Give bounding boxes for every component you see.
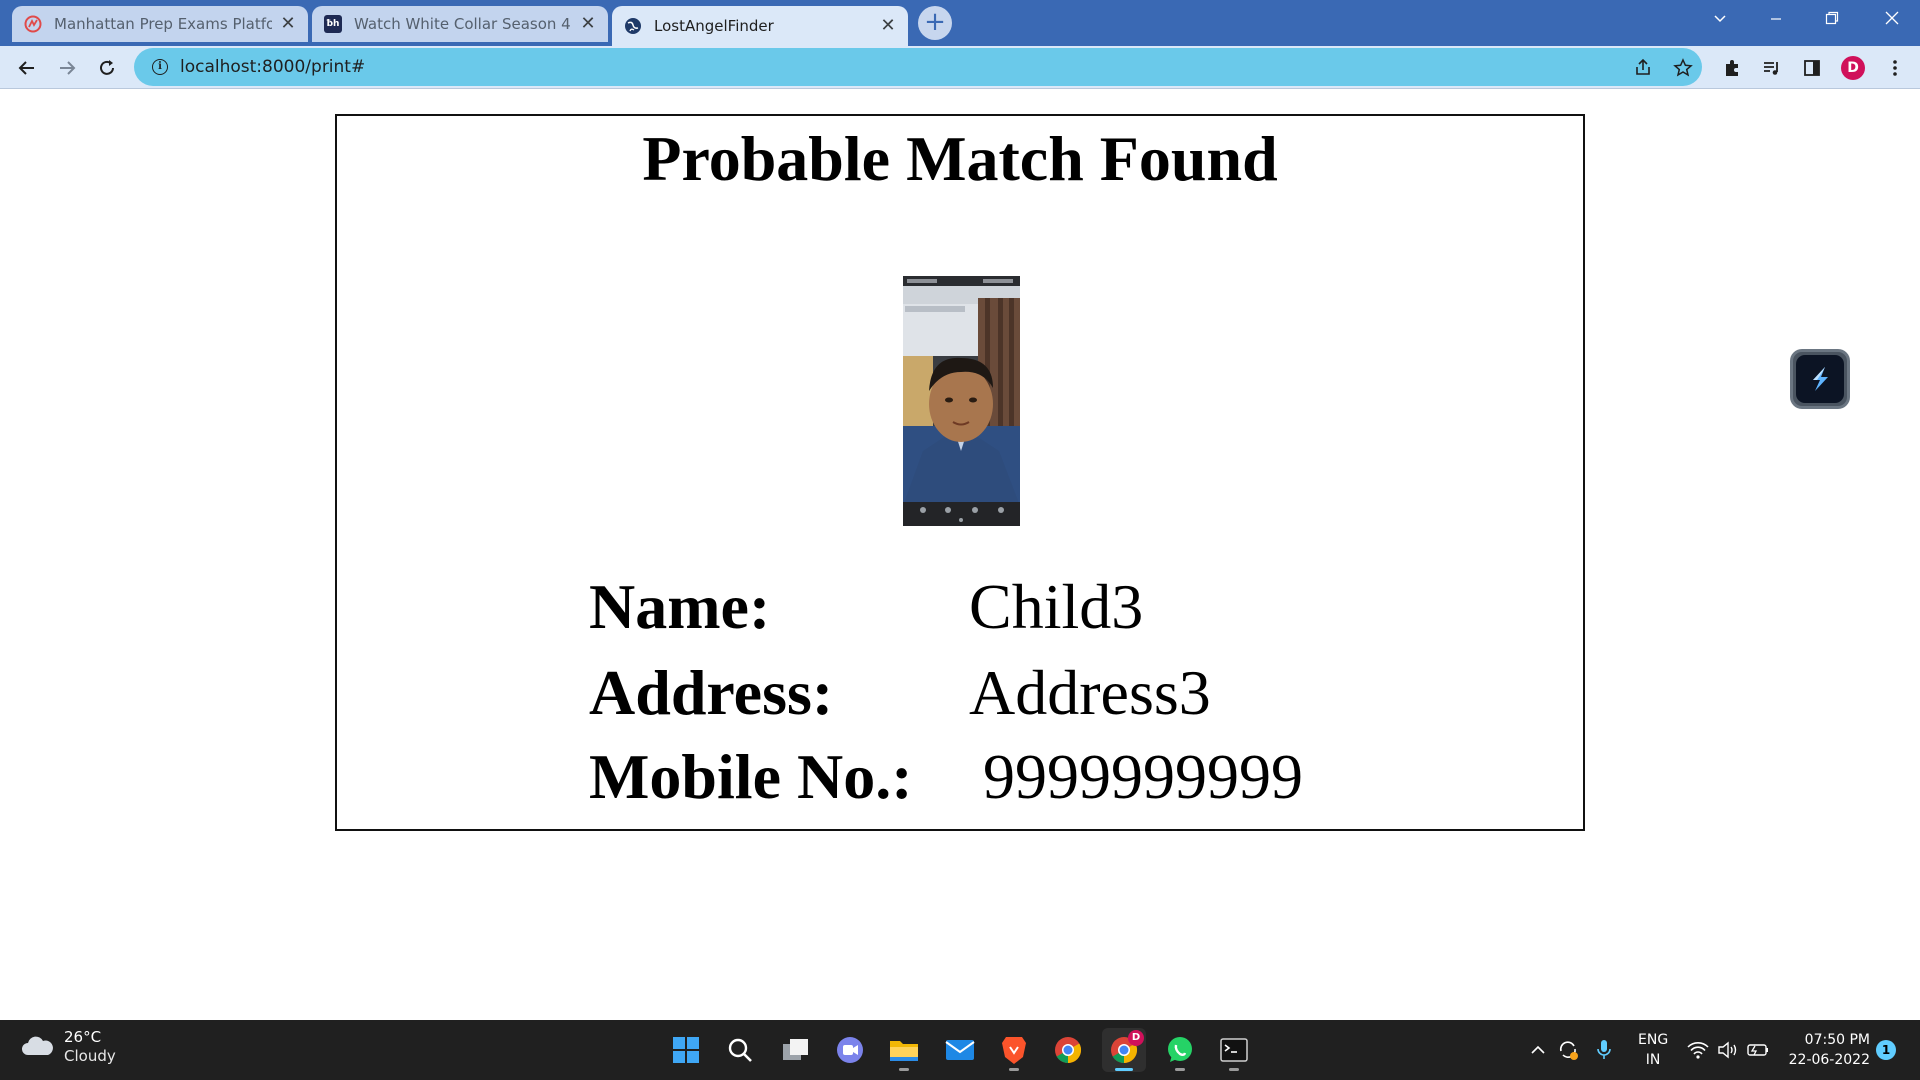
name-row: Name: Child3: [337, 570, 1583, 650]
child-photo: [903, 276, 1020, 526]
task-view-icon[interactable]: [774, 1028, 818, 1072]
battery-icon[interactable]: [1746, 1038, 1770, 1062]
mail-icon[interactable]: [938, 1028, 982, 1072]
search-icon[interactable]: [718, 1028, 762, 1072]
mobile-row: Mobile No.: 9999999999: [337, 740, 1583, 820]
extensions-puzzle-icon[interactable]: [1717, 53, 1747, 83]
tab-close-icon[interactable]: ✕: [278, 14, 298, 34]
profile-initial: D: [1841, 56, 1865, 80]
floating-extension-button[interactable]: [1790, 349, 1850, 409]
tab-title: Manhattan Prep Exams Platform: [54, 15, 272, 33]
file-explorer-icon[interactable]: [882, 1028, 926, 1072]
page-content: Probable Match Found Name: Child3 Addres…: [0, 89, 1920, 1020]
address-value: Address3: [969, 657, 1211, 728]
name-label: Name:: [589, 571, 771, 642]
language-indicator[interactable]: ENG IN: [1638, 1030, 1668, 1070]
clock-date: 22-06-2022: [1788, 1052, 1870, 1068]
language-code: ENG: [1638, 1032, 1669, 1048]
share-icon[interactable]: [1628, 53, 1658, 83]
forward-button[interactable]: [51, 52, 83, 84]
browser-toolbar: i localhost:8000/print# D: [0, 46, 1920, 88]
sync-icon[interactable]: [1556, 1038, 1580, 1062]
weather-condition: Cloudy: [64, 1047, 116, 1065]
bookmark-star-icon[interactable]: [1668, 53, 1698, 83]
new-tab-button[interactable]: +: [918, 6, 952, 40]
streaming-site-favicon-icon: ƀh: [324, 15, 342, 33]
tab-manhattan-prep[interactable]: Manhattan Prep Exams Platform ✕: [12, 6, 308, 42]
mobile-value: 9999999999: [983, 741, 1303, 812]
clock-time: 07:50 PM: [1804, 1032, 1870, 1048]
reload-button[interactable]: [91, 52, 123, 84]
address-row: Address: Address3: [337, 656, 1583, 736]
url-text: localhost:8000/print#: [180, 57, 366, 77]
running-indicator: [1175, 1068, 1185, 1071]
tab-title: LostAngelFinder: [654, 17, 774, 35]
chrome-profile-icon[interactable]: D: [1102, 1028, 1146, 1072]
chrome-menu-icon[interactable]: [1880, 53, 1910, 83]
running-indicator: [899, 1068, 909, 1071]
mobile-label: Mobile No.:: [589, 741, 913, 812]
chrome-icon[interactable]: [1046, 1028, 1090, 1072]
address-label: Address:: [589, 657, 834, 728]
start-icon[interactable]: [664, 1028, 708, 1072]
active-indicator: [1115, 1068, 1133, 1071]
profile-avatar[interactable]: D: [1838, 53, 1868, 83]
tab-close-icon[interactable]: ✕: [578, 14, 598, 34]
close-window-button[interactable]: [1864, 0, 1920, 40]
tab-title: Watch White Collar Season 4 Ep: [354, 15, 572, 33]
cloud-icon: [22, 1036, 53, 1055]
weather-widget[interactable]: 26°C Cloudy: [20, 1028, 116, 1066]
teams-chat-icon[interactable]: [828, 1028, 872, 1072]
tab-close-icon[interactable]: ✕: [878, 16, 898, 36]
windows-taskbar: 26°C Cloudy D ENG IN 07:50 PM 22-06-2022…: [0, 1020, 1920, 1080]
manhattan-prep-favicon-icon: [24, 15, 42, 33]
globe-favicon-icon: [624, 17, 642, 35]
weather-temperature: 26°C: [64, 1028, 102, 1046]
browser-tab-strip: Manhattan Prep Exams Platform ✕ ƀh Watch…: [0, 0, 1920, 46]
whatsapp-icon[interactable]: [1158, 1028, 1202, 1072]
running-indicator: [1229, 1068, 1239, 1071]
back-button[interactable]: [11, 52, 43, 84]
match-result-card: Probable Match Found Name: Child3 Addres…: [335, 114, 1585, 831]
brave-browser-icon[interactable]: [992, 1028, 1036, 1072]
wifi-icon[interactable]: [1686, 1038, 1710, 1062]
notification-badge[interactable]: 1: [1876, 1040, 1896, 1060]
address-bar[interactable]: i localhost:8000/print#: [134, 48, 1702, 86]
lightning-icon: [1796, 355, 1844, 403]
restore-button[interactable]: [1804, 0, 1860, 40]
tab-search-chevron-icon[interactable]: [1692, 0, 1748, 40]
system-clock[interactable]: 07:50 PM 22-06-2022: [1780, 1030, 1870, 1070]
name-value: Child3: [969, 571, 1144, 642]
minimize-button[interactable]: [1748, 0, 1804, 40]
tab-lostangelfinder[interactable]: LostAngelFinder ✕: [612, 6, 908, 46]
site-info-icon[interactable]: i: [152, 59, 168, 75]
chrome-profile-badge: D: [1128, 1030, 1144, 1046]
media-queue-icon[interactable]: [1757, 53, 1787, 83]
side-panel-icon[interactable]: [1797, 53, 1827, 83]
tab-white-collar[interactable]: ƀh Watch White Collar Season 4 Ep ✕: [312, 6, 608, 42]
running-indicator: [1009, 1068, 1019, 1071]
show-hidden-icons-chevron-icon[interactable]: [1526, 1038, 1550, 1062]
region-code: IN: [1645, 1052, 1661, 1068]
microphone-icon[interactable]: [1592, 1038, 1616, 1062]
terminal-icon[interactable]: [1212, 1028, 1256, 1072]
page-title: Probable Match Found: [642, 123, 1278, 194]
volume-icon[interactable]: [1716, 1038, 1740, 1062]
